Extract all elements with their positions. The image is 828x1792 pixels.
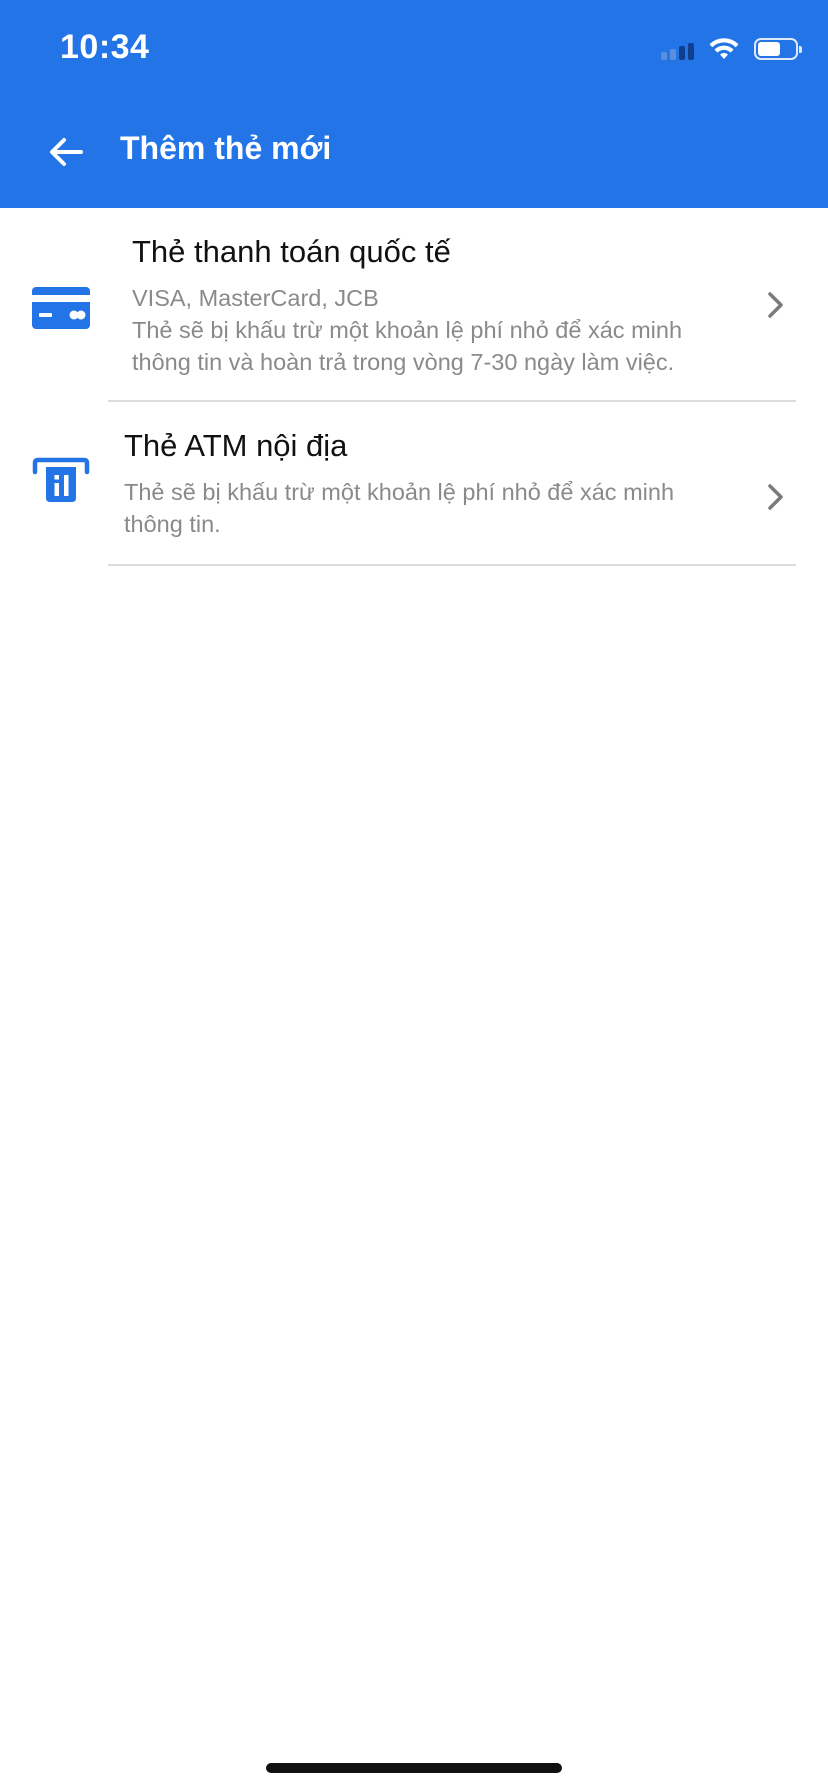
item-text: Thẻ ATM nội địa Thẻ sẽ bị khấu trừ một k…: [124, 426, 718, 540]
item-title: Thẻ thanh toán quốc tế: [132, 234, 451, 269]
home-indicator[interactable]: [266, 1763, 562, 1773]
credit-card-icon: [32, 287, 90, 329]
item-title: Thẻ ATM nội địa: [124, 428, 348, 463]
item-text: Thẻ thanh toán quốc tế VISA, MasterCard,…: [132, 232, 718, 378]
card-type-list: Thẻ thanh toán quốc tế VISA, MasterCard,…: [0, 208, 828, 566]
app-header: 10:34 Thêm thẻ mới: [0, 0, 828, 208]
item-subtitle: VISA, MasterCard, JCB: [132, 285, 379, 311]
chevron-right-icon: [768, 484, 783, 510]
wifi-icon: [709, 38, 739, 59]
item-description: Thẻ sẽ bị khấu trừ một khoản lệ phí nhỏ …: [124, 479, 675, 537]
page-title: Thêm thẻ mới: [120, 130, 332, 166]
chevron-right-icon: [768, 292, 783, 318]
list-item-international-card[interactable]: Thẻ thanh toán quốc tế VISA, MasterCard,…: [0, 208, 828, 402]
add-card-screen: 10:34 Thêm thẻ mới Thẻ thanh toán quốc t…: [0, 0, 828, 1792]
atm-icon: [32, 457, 90, 502]
list-item-domestic-atm-card[interactable]: Thẻ ATM nội địa Thẻ sẽ bị khấu trừ một k…: [0, 402, 828, 566]
arrow-left-icon: [50, 138, 83, 166]
status-icons: [661, 34, 802, 64]
item-description: Thẻ sẽ bị khấu trừ một khoản lệ phí nhỏ …: [132, 317, 683, 375]
battery-icon: [754, 38, 802, 60]
status-time: 10:34: [60, 28, 150, 66]
cellular-signal-icon: [661, 38, 694, 60]
divider: [108, 564, 796, 566]
back-button[interactable]: [38, 124, 94, 180]
